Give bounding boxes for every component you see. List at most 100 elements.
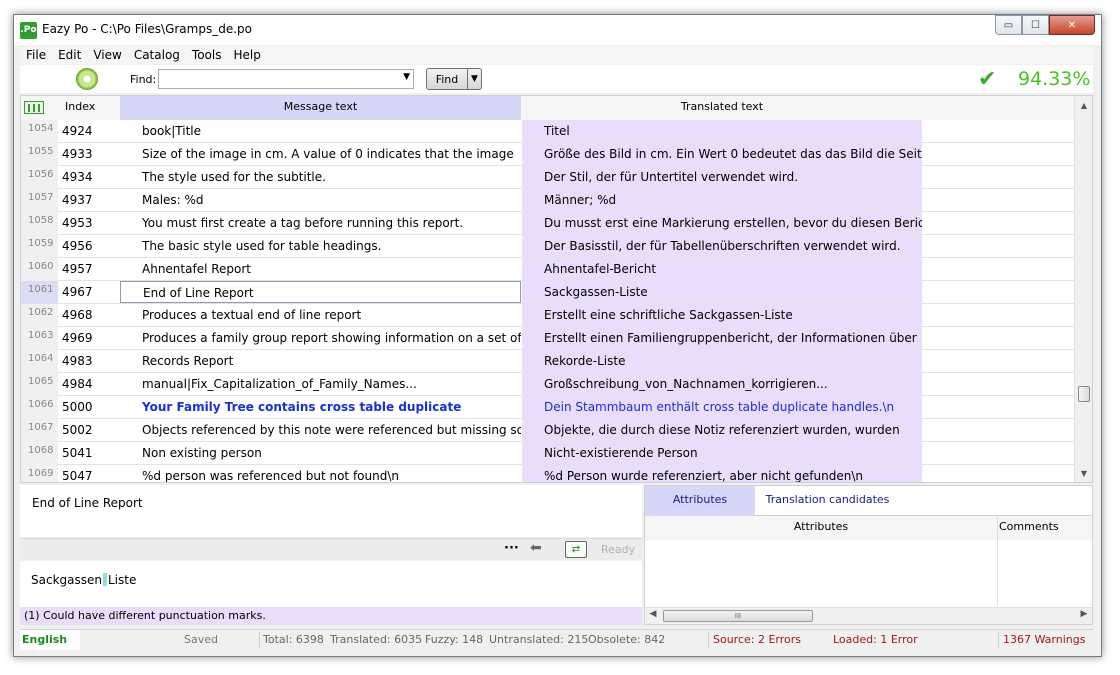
horizontal-scroll-thumb[interactable]: III	[663, 610, 813, 622]
row-number: 1065	[21, 373, 58, 396]
row-translation: Rekorde-Liste	[522, 350, 922, 372]
horizontal-scrollbar[interactable]: ◀ III ▶	[645, 607, 1092, 624]
find-options-arrow-icon[interactable]: ▼	[467, 69, 481, 89]
row-message: %d person was referenced but not found\n	[142, 469, 399, 483]
status-translated: Translated: 6035	[330, 633, 423, 646]
message-grid: Index Message text Translated text 1054 4…	[20, 95, 1093, 483]
app-icon: .Po	[20, 22, 37, 39]
app-window: .Po Eazy Po - C:\Po Files\Gramps_de.po ▭…	[13, 14, 1102, 657]
menu-tools[interactable]: Tools	[186, 48, 228, 62]
row-message: Produces a family group report showing i…	[142, 331, 521, 345]
table-row[interactable]: 1058 4953 You must first create a tag befo…	[21, 212, 1074, 235]
attributes-header: Attributes Comments	[645, 516, 1092, 540]
toolbar: Find: ▼ Find ▼ ✔ 94.33%	[20, 65, 1093, 93]
scroll-up-icon[interactable]: ▲	[1075, 98, 1092, 114]
side-panel: Attributes Translation candidates Attrib…	[644, 485, 1093, 625]
column-attributes[interactable]: Attributes	[645, 520, 997, 533]
table-row[interactable]: 1065 4984 manual|Fix_Capitalization_of_Fam…	[21, 373, 1074, 396]
close-button[interactable]: ✕	[1049, 15, 1095, 35]
status-warnings[interactable]: 1367 Warnings	[1003, 633, 1085, 646]
status-untranslated: Untranslated: 215	[489, 633, 589, 646]
row-message: Males: %d	[142, 193, 204, 207]
table-row[interactable]: 1063 4969 Produces a family group report s…	[21, 327, 1074, 350]
menu-file[interactable]: File	[20, 48, 52, 62]
table-row[interactable]: 1067 5002 Objects referenced by this note …	[21, 419, 1074, 442]
row-translation: Dein Stammbaum enthält cross table dupli…	[522, 396, 922, 418]
row-message: Records Report	[142, 354, 234, 368]
table-row[interactable]: 1056 4934 The style used for the subtitle.…	[21, 166, 1074, 189]
scroll-left-icon[interactable]: ◀	[645, 609, 661, 619]
row-index: 4968	[62, 308, 93, 322]
tab-attributes[interactable]: Attributes	[645, 486, 755, 516]
row-translation: %d Person wurde referenziert, aber nicht…	[522, 465, 922, 482]
row-index: 4967	[62, 285, 93, 299]
find-button[interactable]: Find ▼	[426, 68, 482, 90]
row-number: 1055	[21, 143, 58, 166]
status-source-errors[interactable]: Source: 2 Errors	[713, 633, 801, 646]
row-translation: Nicht-existierende Person	[522, 442, 922, 464]
row-translation: Titel	[522, 120, 922, 142]
minimize-button[interactable]: ▭	[995, 15, 1022, 35]
table-row[interactable]: 1059 4956 The basic style used for table h…	[21, 235, 1074, 258]
row-index: 4924	[62, 124, 93, 138]
table-row[interactable]: 1061 4967 End of Line Report Sackgassen-Lis…	[21, 281, 1074, 304]
row-translation: Du musst erst eine Markierung erstellen,…	[522, 212, 922, 234]
table-row[interactable]: 1062 4968 Produces a textual end of line r…	[21, 304, 1074, 327]
status-bar: English Saved Total: 6398 Translated: 60…	[20, 629, 1093, 650]
minimize-icon: ▭	[1003, 19, 1014, 31]
tab-translation-candidates[interactable]: Translation candidates	[755, 486, 900, 516]
row-translation: Der Stil, der für Untertitel verwendet w…	[522, 166, 922, 188]
row-index: 4969	[62, 331, 93, 345]
table-row[interactable]: 1069 5047 %d person was referenced but not…	[21, 465, 1074, 483]
grid-header: Index Message text Translated text	[21, 96, 1092, 120]
status-total: Total: 6398	[263, 633, 324, 646]
table-row[interactable]: 1064 4983 Records Report Rekorde-Liste	[21, 350, 1074, 373]
menu-view[interactable]: View	[87, 48, 127, 62]
status-language[interactable]: English	[20, 630, 80, 650]
more-icon[interactable]: ···	[504, 541, 519, 556]
status-obsolete: Obsolete: 842	[588, 633, 666, 646]
find-label: Find:	[130, 73, 157, 86]
row-index: 5041	[62, 446, 93, 460]
menu-edit[interactable]: Edit	[52, 48, 87, 62]
row-index: 4984	[62, 377, 93, 391]
table-row[interactable]: 1054 4924 book|Title Titel	[21, 120, 1074, 143]
row-number: 1066	[21, 396, 58, 419]
table-row[interactable]: 1068 5041 Non existing person Nicht-existie…	[21, 442, 1074, 465]
table-row[interactable]: 1060 4957 Ahnentafel Report Ahnentafel-Beri…	[21, 258, 1074, 281]
translation-input[interactable]: Sackgassen Liste	[20, 561, 642, 607]
row-message: Objects referenced by this note were ref…	[142, 423, 521, 437]
disc-icon[interactable]	[76, 68, 98, 90]
row-index: 4983	[62, 354, 93, 368]
header-message[interactable]: Message text	[120, 96, 521, 120]
table-row[interactable]: 1057 4937 Males: %d Männer; %d	[21, 189, 1074, 212]
row-translation: Ahnentafel-Bericht	[522, 258, 922, 280]
row-number: 1068	[21, 442, 58, 465]
scroll-thumb[interactable]	[1078, 386, 1090, 402]
translation-text: Sackgassen Liste	[31, 573, 137, 587]
vertical-scrollbar[interactable]: ▲ ▼	[1074, 96, 1092, 482]
table-row[interactable]: 1066 5000 Your Family Tree contains cross …	[21, 396, 1074, 419]
copy-source-icon[interactable]: ⇄	[565, 541, 587, 558]
columns-icon[interactable]	[24, 101, 44, 114]
row-index: 5002	[62, 423, 93, 437]
find-input[interactable]: ▼	[158, 69, 414, 89]
header-translated[interactable]: Translated text	[522, 96, 922, 120]
menu-help[interactable]: Help	[227, 48, 266, 62]
scroll-down-icon[interactable]: ▼	[1075, 466, 1092, 482]
row-translation: Objekte, die durch diese Notiz referenzi…	[522, 419, 922, 441]
status-loaded-errors[interactable]: Loaded: 1 Error	[833, 633, 918, 646]
arrow-left-icon[interactable]: ⬅	[530, 540, 542, 556]
header-index[interactable]: Index	[65, 100, 95, 113]
row-message: End of Line Report	[120, 281, 521, 303]
dropdown-arrow-icon[interactable]: ▼	[403, 72, 410, 82]
row-translation: Erstellt einen Familiengruppenbericht, d…	[522, 327, 922, 349]
menu-catalog[interactable]: Catalog	[128, 48, 186, 62]
scroll-right-icon[interactable]: ▶	[1076, 609, 1092, 619]
row-index: 4956	[62, 239, 93, 253]
row-translation: Der Basisstil, der für Tabellenüberschri…	[522, 235, 922, 257]
row-number: 1064	[21, 350, 58, 373]
column-comments[interactable]: Comments	[999, 520, 1059, 533]
maximize-button[interactable]: ☐	[1022, 15, 1049, 35]
table-row[interactable]: 1055 4933 Size of the image in cm. A value…	[21, 143, 1074, 166]
